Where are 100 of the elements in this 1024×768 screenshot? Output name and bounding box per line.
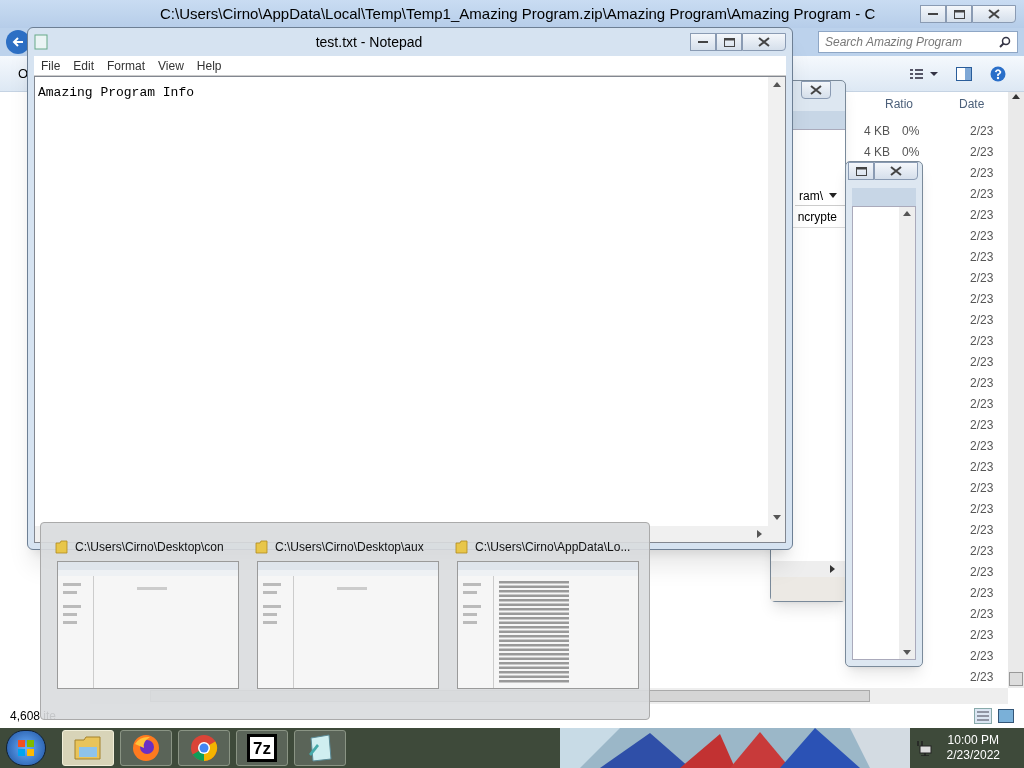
table-cell-text: 2/23: [970, 332, 995, 350]
window-title: test.txt - Notepad: [315, 32, 423, 52]
folder-icon: [255, 540, 269, 554]
close-icon: [988, 9, 1000, 19]
large-icons-view-icon[interactable]: [998, 709, 1014, 723]
scroll-up-icon: [1012, 94, 1020, 99]
scroll-right-icon: [830, 565, 835, 573]
close-icon: [758, 37, 770, 47]
column-header[interactable]: Ratio: [885, 95, 959, 113]
table-cell-text: 2/23: [970, 584, 995, 602]
table-cell-text: 2/23: [970, 500, 995, 518]
view-options-icon[interactable]: [910, 66, 940, 81]
table-cell-text: 2/23: [970, 416, 995, 434]
scroll-right-icon: [757, 530, 762, 538]
table-cell-text: 2/23: [970, 458, 995, 476]
table-cell-text: 4 KB: [864, 143, 890, 161]
dropdown-arrow-icon: [829, 193, 837, 198]
close-button[interactable]: [972, 5, 1016, 23]
table-cell-text: 2/23: [970, 353, 995, 371]
taskbar-button[interactable]: [294, 730, 346, 766]
vertical-scrollbar[interactable]: [899, 207, 915, 659]
table-cell-text: 2/23: [970, 668, 995, 686]
address-bar: [852, 188, 916, 206]
help-icon[interactable]: [990, 65, 1006, 82]
table-cell-text: 2/23: [970, 143, 995, 161]
windows-logo-icon: [18, 740, 34, 756]
app-logo: 7z: [247, 734, 277, 762]
taskbar-button[interactable]: 7z: [236, 730, 288, 766]
table-cell-text: 2/23: [970, 647, 995, 665]
maximize-icon: [953, 9, 965, 19]
menu-item[interactable]: File: [41, 56, 61, 75]
minimize-button[interactable]: [920, 5, 946, 23]
thumbnail-title[interactable]: C:\Users\Cirno\Desktop\con: [75, 538, 224, 556]
table-cell-text: 2/23: [970, 290, 995, 308]
table-cell-text: 2/23: [970, 605, 995, 623]
network-icon[interactable]: [916, 740, 933, 756]
minimize-icon: [928, 12, 938, 16]
back-arrow-icon: [12, 37, 24, 47]
maximize-icon: [855, 166, 867, 176]
table-cell: 0%: [902, 144, 920, 159]
notepad-icon: [34, 34, 48, 50]
table-cell-text: 2/23: [970, 227, 995, 245]
table-cell-text: 2/23: [970, 479, 995, 497]
table-cell-text: 2/23: [970, 185, 995, 203]
column-header[interactable]: Date: [959, 95, 989, 113]
menu-item[interactable]: Edit: [73, 56, 95, 75]
table-cell-text: 4 KB: [864, 122, 890, 140]
table-cell-text: 2/23: [970, 206, 995, 224]
maximize-button[interactable]: [848, 162, 874, 180]
thumbnail-title[interactable]: C:\Users\Cirno\AppData\Lo...: [475, 538, 631, 556]
table-cell-text: 2/23: [970, 521, 995, 539]
chrome-icon: [190, 734, 218, 762]
table-cell-text: 2/23: [970, 164, 995, 182]
menu-item[interactable]: Help: [196, 56, 222, 75]
maximize-icon: [723, 37, 735, 47]
minimize-icon: [698, 40, 708, 44]
menu-item[interactable]: View: [158, 56, 184, 75]
vertical-scrollbar[interactable]: [768, 77, 785, 542]
folder-icon: [73, 735, 103, 761]
back-button[interactable]: [6, 30, 30, 54]
scroll-down-icon: [772, 515, 781, 520]
close-icon: [890, 166, 902, 176]
taskbar-button[interactable]: [178, 730, 230, 766]
scroll-up-icon: [903, 211, 911, 216]
close-button[interactable]: [801, 81, 831, 99]
table-cell-text: 2/23: [970, 542, 995, 560]
minimize-button[interactable]: [690, 33, 716, 51]
maximize-button[interactable]: [946, 5, 972, 23]
scroll-thumb[interactable]: [1009, 672, 1023, 686]
table-cell-text: 2/23: [970, 626, 995, 644]
document-text: Amazing Program Info: [38, 85, 195, 100]
search-icon: [999, 36, 1011, 48]
close-button[interactable]: [874, 162, 918, 180]
vertical-scrollbar[interactable]: [1008, 92, 1024, 688]
scroll-up-icon: [772, 82, 781, 87]
folder-icon: [55, 540, 69, 554]
start-button[interactable]: [6, 730, 46, 766]
table-cell-text: 2/23: [970, 563, 995, 581]
window-title: C:\Users\Cirno\AppData\Local\Temp\Temp1_Amazing Program.zip\Amazing Program\Amazing Program - C: [160, 4, 876, 22]
close-button[interactable]: [742, 33, 786, 51]
table-cell-text: 2/23: [970, 395, 995, 413]
table-cell-text: 2/23: [970, 437, 995, 455]
preview-pane-icon[interactable]: [956, 66, 972, 81]
taskbar-button[interactable]: [120, 730, 172, 766]
table-cell: 0%: [902, 123, 920, 138]
toolbar-label[interactable]: O: [18, 63, 29, 84]
maximize-button[interactable]: [716, 33, 742, 51]
table-cell-text: 2/23: [970, 122, 995, 140]
table-cell-text: 2/23: [970, 269, 995, 287]
folder-icon: [455, 540, 469, 554]
clock[interactable]: 10:00 PM 2/23/2022: [946, 733, 1000, 763]
menu-item[interactable]: Format: [107, 56, 146, 75]
fox-globe-icon: [132, 734, 160, 762]
thumbnail-title[interactable]: C:\Users\Cirno\Desktop\aux: [275, 538, 424, 556]
table-cell-text: 2/23: [970, 374, 995, 392]
column-header[interactable]: ncrypte: [797, 207, 837, 226]
search-field[interactable]: Search Amazing Program: [818, 31, 1018, 53]
scroll-down-icon: [903, 650, 911, 655]
close-icon: [810, 85, 822, 95]
notepad-icon: [307, 734, 333, 762]
